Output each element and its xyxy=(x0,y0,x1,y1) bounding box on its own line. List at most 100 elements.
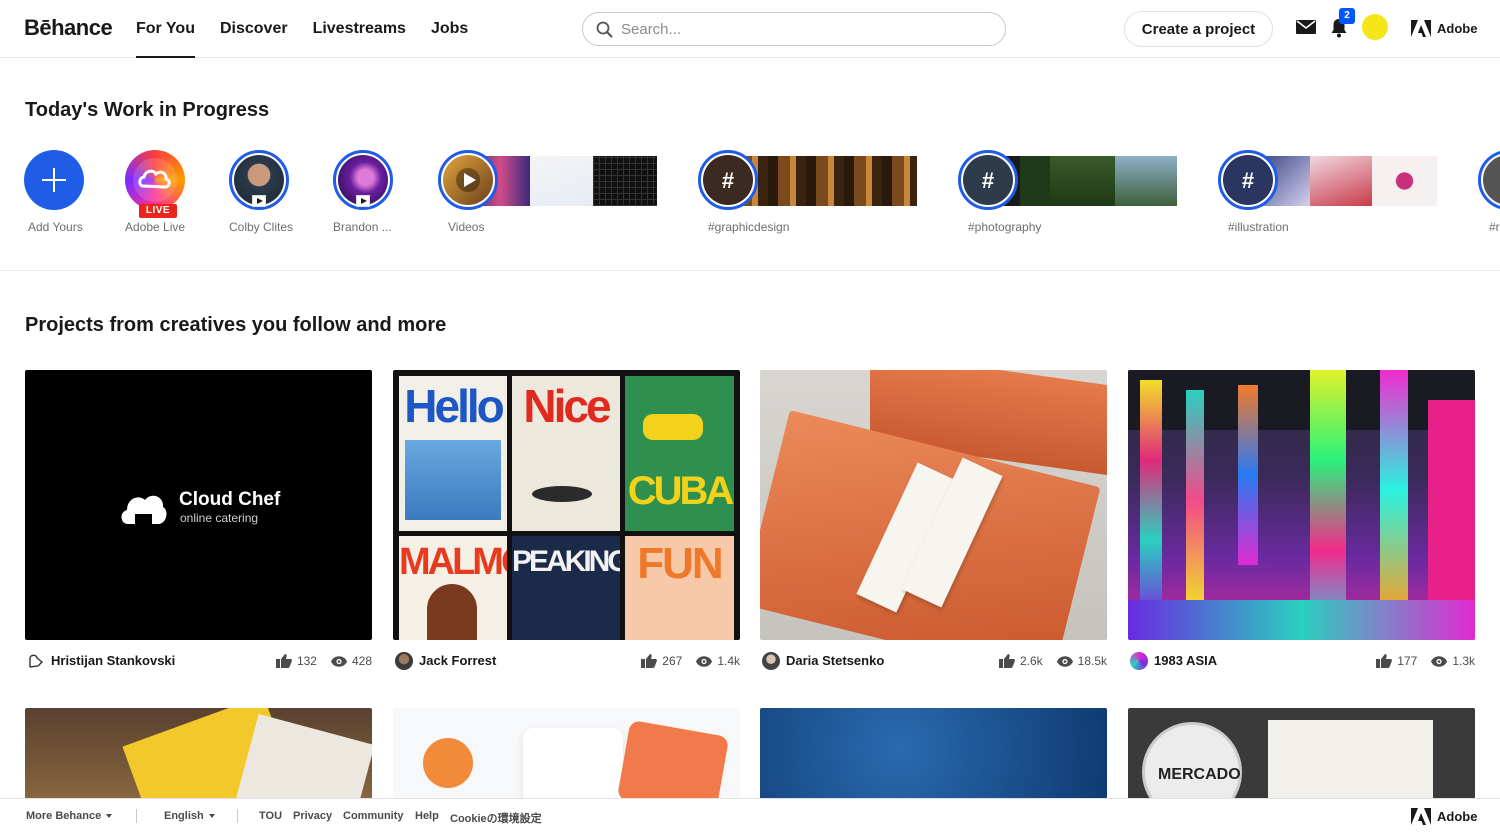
more-behance-menu[interactable]: More Behance xyxy=(26,810,113,822)
creative-cloud-icon xyxy=(133,158,177,202)
nav-discover[interactable]: Discover xyxy=(220,0,288,58)
project-card-cloud-chef[interactable]: Cloud Chef online catering xyxy=(25,370,372,640)
footer-separator xyxy=(136,809,137,823)
adobe-link[interactable]: Adobe xyxy=(1411,20,1477,37)
graphicdesign-thumbnails[interactable] xyxy=(730,156,917,206)
section-divider xyxy=(0,270,1500,271)
story-label: Brandon ... xyxy=(333,220,392,234)
views-count: 18.5k xyxy=(1077,654,1107,668)
project-stats: 177 1.3k xyxy=(1362,654,1475,668)
views-count: 428 xyxy=(351,654,372,668)
story-label: Colby Clites xyxy=(229,220,294,234)
play-icon xyxy=(356,195,370,207)
project-owner[interactable]: 1983 ASIA xyxy=(1154,653,1217,668)
owner-logo-icon xyxy=(29,654,44,668)
story-ring: # xyxy=(958,150,1018,210)
story-adobe-live[interactable] xyxy=(125,150,185,210)
poster-hello: Hello xyxy=(399,376,507,531)
project-card-app-ui[interactable] xyxy=(393,708,740,808)
story-add-yours[interactable] xyxy=(24,150,84,210)
footer-link-community[interactable]: Community xyxy=(343,810,404,822)
tag-thumb xyxy=(1483,155,1500,205)
thumbs-up-icon xyxy=(275,654,292,668)
owner-avatar xyxy=(1130,652,1148,670)
views-count: 1.4k xyxy=(717,654,740,668)
thumbs-up-icon xyxy=(1376,654,1393,668)
footer: More Behance English TOU Privacy Communi… xyxy=(0,798,1500,832)
thumbs-up-icon xyxy=(998,654,1015,668)
story-label: Add Yours xyxy=(28,220,83,234)
story-label: #photography xyxy=(968,220,1042,234)
story-colby-clites[interactable] xyxy=(229,150,289,210)
footer-link-cookie[interactable]: Cookieの環境設定 xyxy=(450,810,542,826)
photography-thumbnails[interactable] xyxy=(990,156,1177,206)
project-owner[interactable]: Hristijan Stankovski xyxy=(51,653,175,668)
search-input[interactable] xyxy=(621,13,991,45)
live-badge: LIVE xyxy=(139,204,177,218)
nav-livestreams[interactable]: Livestreams xyxy=(313,0,406,58)
behance-logo[interactable]: Bēhance xyxy=(24,15,113,41)
adobe-label: Adobe xyxy=(1437,21,1478,36)
search-icon xyxy=(596,21,613,38)
likes-count: 132 xyxy=(296,654,317,668)
project-card-mercado[interactable]: MERCADO xyxy=(1128,708,1475,808)
create-project-button[interactable]: Create a project xyxy=(1124,11,1273,47)
language-label: English xyxy=(164,810,204,822)
eye-icon xyxy=(330,655,347,667)
hashtag-icon: # xyxy=(981,168,995,193)
project-owner[interactable]: Daria Stetsenko xyxy=(786,653,884,668)
views-count: 1.3k xyxy=(1452,654,1475,668)
tag-thumb: # xyxy=(963,155,1013,205)
nav-for-you[interactable]: For You xyxy=(136,0,195,58)
story-ring: # xyxy=(698,150,758,210)
eye-icon xyxy=(1431,655,1448,667)
poster-peaking: PEAKING xyxy=(512,536,620,640)
owner-avatar xyxy=(395,652,413,670)
story-brandon[interactable] xyxy=(333,150,393,210)
poster-fun: FUN xyxy=(625,536,734,640)
poster-nice: Nice xyxy=(512,376,620,531)
project-card-posters[interactable]: Hello Nice CUBA MALMÖ PEAKING FUN xyxy=(393,370,740,640)
nav-jobs[interactable]: Jobs xyxy=(431,0,468,58)
play-icon xyxy=(252,195,266,207)
footer-link-help[interactable]: Help xyxy=(415,810,439,822)
project-card-business-cards[interactable] xyxy=(760,370,1107,640)
adobe-logo-icon xyxy=(1411,20,1431,37)
notification-badge: 2 xyxy=(1339,8,1355,24)
adobe-footer-link[interactable]: Adobe xyxy=(1411,808,1477,825)
project-card-menu[interactable] xyxy=(25,708,372,808)
story-label: Videos xyxy=(448,220,485,234)
owner-avatar xyxy=(762,652,780,670)
wip-title: Today's Work in Progress xyxy=(25,99,270,121)
videos-thumbnails[interactable] xyxy=(470,156,657,206)
projects-title: Projects from creatives you follow and m… xyxy=(25,314,447,336)
project-card-exhibition[interactable] xyxy=(1128,370,1475,640)
story-photography[interactable]: # xyxy=(958,150,1018,210)
user-avatar[interactable] xyxy=(1362,14,1388,40)
plus-icon xyxy=(42,168,66,192)
story-ring xyxy=(438,150,498,210)
story-graphicdesign[interactable]: # xyxy=(698,150,758,210)
footer-link-privacy[interactable]: Privacy xyxy=(293,810,332,822)
search-box[interactable] xyxy=(582,12,1006,46)
cloud-chef-logo-icon xyxy=(121,495,167,524)
project-card-blue-texture[interactable] xyxy=(760,708,1107,808)
story-videos[interactable] xyxy=(438,150,498,210)
eye-icon xyxy=(1056,655,1073,667)
story-illustration[interactable]: # xyxy=(1218,150,1278,210)
likes-count: 177 xyxy=(1397,654,1418,668)
illustration-thumbnails[interactable] xyxy=(1250,156,1437,206)
footer-link-tou[interactable]: TOU xyxy=(259,810,282,822)
project-owner[interactable]: Jack Forrest xyxy=(419,653,496,668)
more-behance-label: More Behance xyxy=(26,810,102,822)
project-meta: Hristijan Stankovski 132 428 xyxy=(25,652,372,672)
adobe-label: Adobe xyxy=(1437,809,1478,824)
story-partial[interactable] xyxy=(1478,150,1500,210)
project-stats: 132 428 xyxy=(262,654,372,668)
top-header: Bēhance For You Discover Livestreams Job… xyxy=(0,0,1500,58)
story-label: #illustration xyxy=(1228,220,1289,234)
story-label: Adobe Live xyxy=(125,220,186,234)
mail-icon[interactable] xyxy=(1296,20,1316,34)
add-story-button[interactable] xyxy=(24,150,84,210)
language-menu[interactable]: English xyxy=(164,810,215,822)
